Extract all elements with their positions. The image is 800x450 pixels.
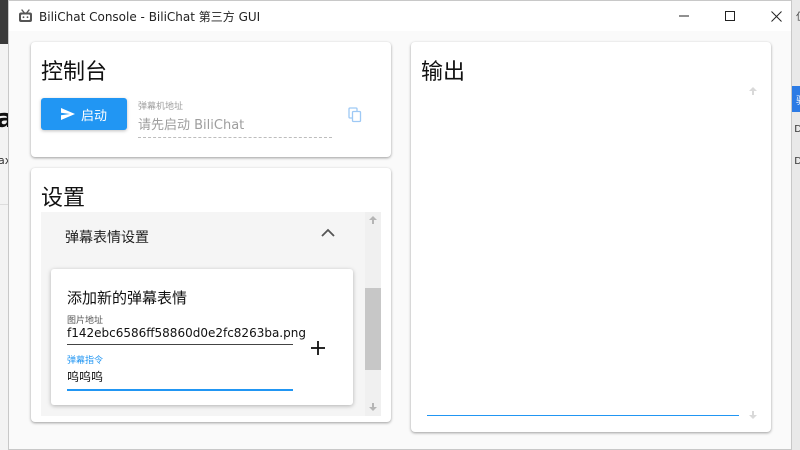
address-input[interactable]: 请先启动 BiliChat	[138, 114, 332, 138]
emoji-settings-panel-title: 弹幕表情设置	[65, 230, 149, 246]
image-url-input[interactable]: f142ebc6586ff58860d0e2fc8263ba.png	[67, 326, 306, 345]
minimize-button[interactable]	[661, 1, 707, 31]
background-text: D	[794, 156, 800, 167]
background-button-label: 验	[796, 92, 800, 107]
window-content: 控制台 启动 弹幕机地址 请先启动 BiliChat 设置 弹幕表情设置 添加新…	[9, 31, 791, 449]
address-label: 弹幕机地址	[138, 102, 184, 112]
console-title: 控制台	[41, 60, 108, 85]
background-window-left: a ax	[0, 0, 14, 450]
image-url-label: 图片地址	[67, 316, 104, 326]
plus-icon	[311, 341, 325, 355]
background-text: D	[794, 124, 800, 135]
start-button[interactable]: 启动	[41, 98, 127, 130]
maximize-button[interactable]	[707, 1, 753, 31]
background-button: 验	[792, 86, 800, 112]
output-card: 输出	[411, 42, 771, 432]
settings-scroll-area[interactable]: 弹幕表情设置 添加新的弹幕表情 图片地址 f142ebc6586ff58860d…	[41, 212, 365, 416]
send-icon	[60, 108, 75, 120]
settings-title: 设置	[41, 186, 86, 211]
copy-icon[interactable]	[348, 107, 362, 123]
output-textarea[interactable]	[427, 82, 739, 416]
scroll-down-arrow-icon[interactable]	[368, 402, 378, 412]
settings-scrollbar-thumb[interactable]	[365, 288, 381, 370]
output-scrollbar[interactable]	[745, 80, 761, 426]
add-emoji-button[interactable]	[307, 337, 329, 359]
minimize-icon	[679, 15, 689, 17]
background-divider	[0, 204, 8, 205]
settings-card: 设置 弹幕表情设置 添加新的弹幕表情 图片地址 f142ebc6586ff588…	[31, 168, 391, 422]
console-card: 控制台 启动 弹幕机地址 请先启动 BiliChat	[31, 42, 391, 157]
scroll-up-arrow-icon[interactable]	[748, 86, 758, 96]
app-window: BiliChat Console - BiliChat 第三方 GUI 控制台 …	[8, 0, 792, 450]
maximize-icon	[725, 11, 735, 21]
command-label: 弹幕指令	[67, 356, 104, 366]
chevron-up-icon[interactable]	[321, 228, 335, 237]
scroll-up-arrow-icon[interactable]	[368, 215, 378, 225]
start-button-label: 启动	[80, 108, 107, 124]
close-button[interactable]	[753, 1, 799, 31]
settings-scrollbar[interactable]	[365, 212, 381, 416]
background-window-right: 仅 验 D D	[792, 0, 800, 450]
add-emoji-title: 添加新的弹幕表情	[67, 289, 188, 307]
close-icon	[770, 10, 782, 22]
bilibili-tv-icon	[19, 9, 32, 22]
window-title: BiliChat Console - BiliChat 第三方 GUI	[39, 10, 261, 24]
emoji-settings-panel-header[interactable]: 弹幕表情设置	[41, 212, 365, 260]
scroll-down-arrow-icon[interactable]	[748, 410, 758, 420]
command-input[interactable]: 呜呜呜	[67, 368, 293, 391]
title-bar[interactable]: BiliChat Console - BiliChat 第三方 GUI	[9, 1, 791, 31]
background-dark-strip	[0, 0, 8, 44]
add-emoji-card: 添加新的弹幕表情 图片地址 f142ebc6586ff58860d0e2fc82…	[51, 269, 353, 405]
